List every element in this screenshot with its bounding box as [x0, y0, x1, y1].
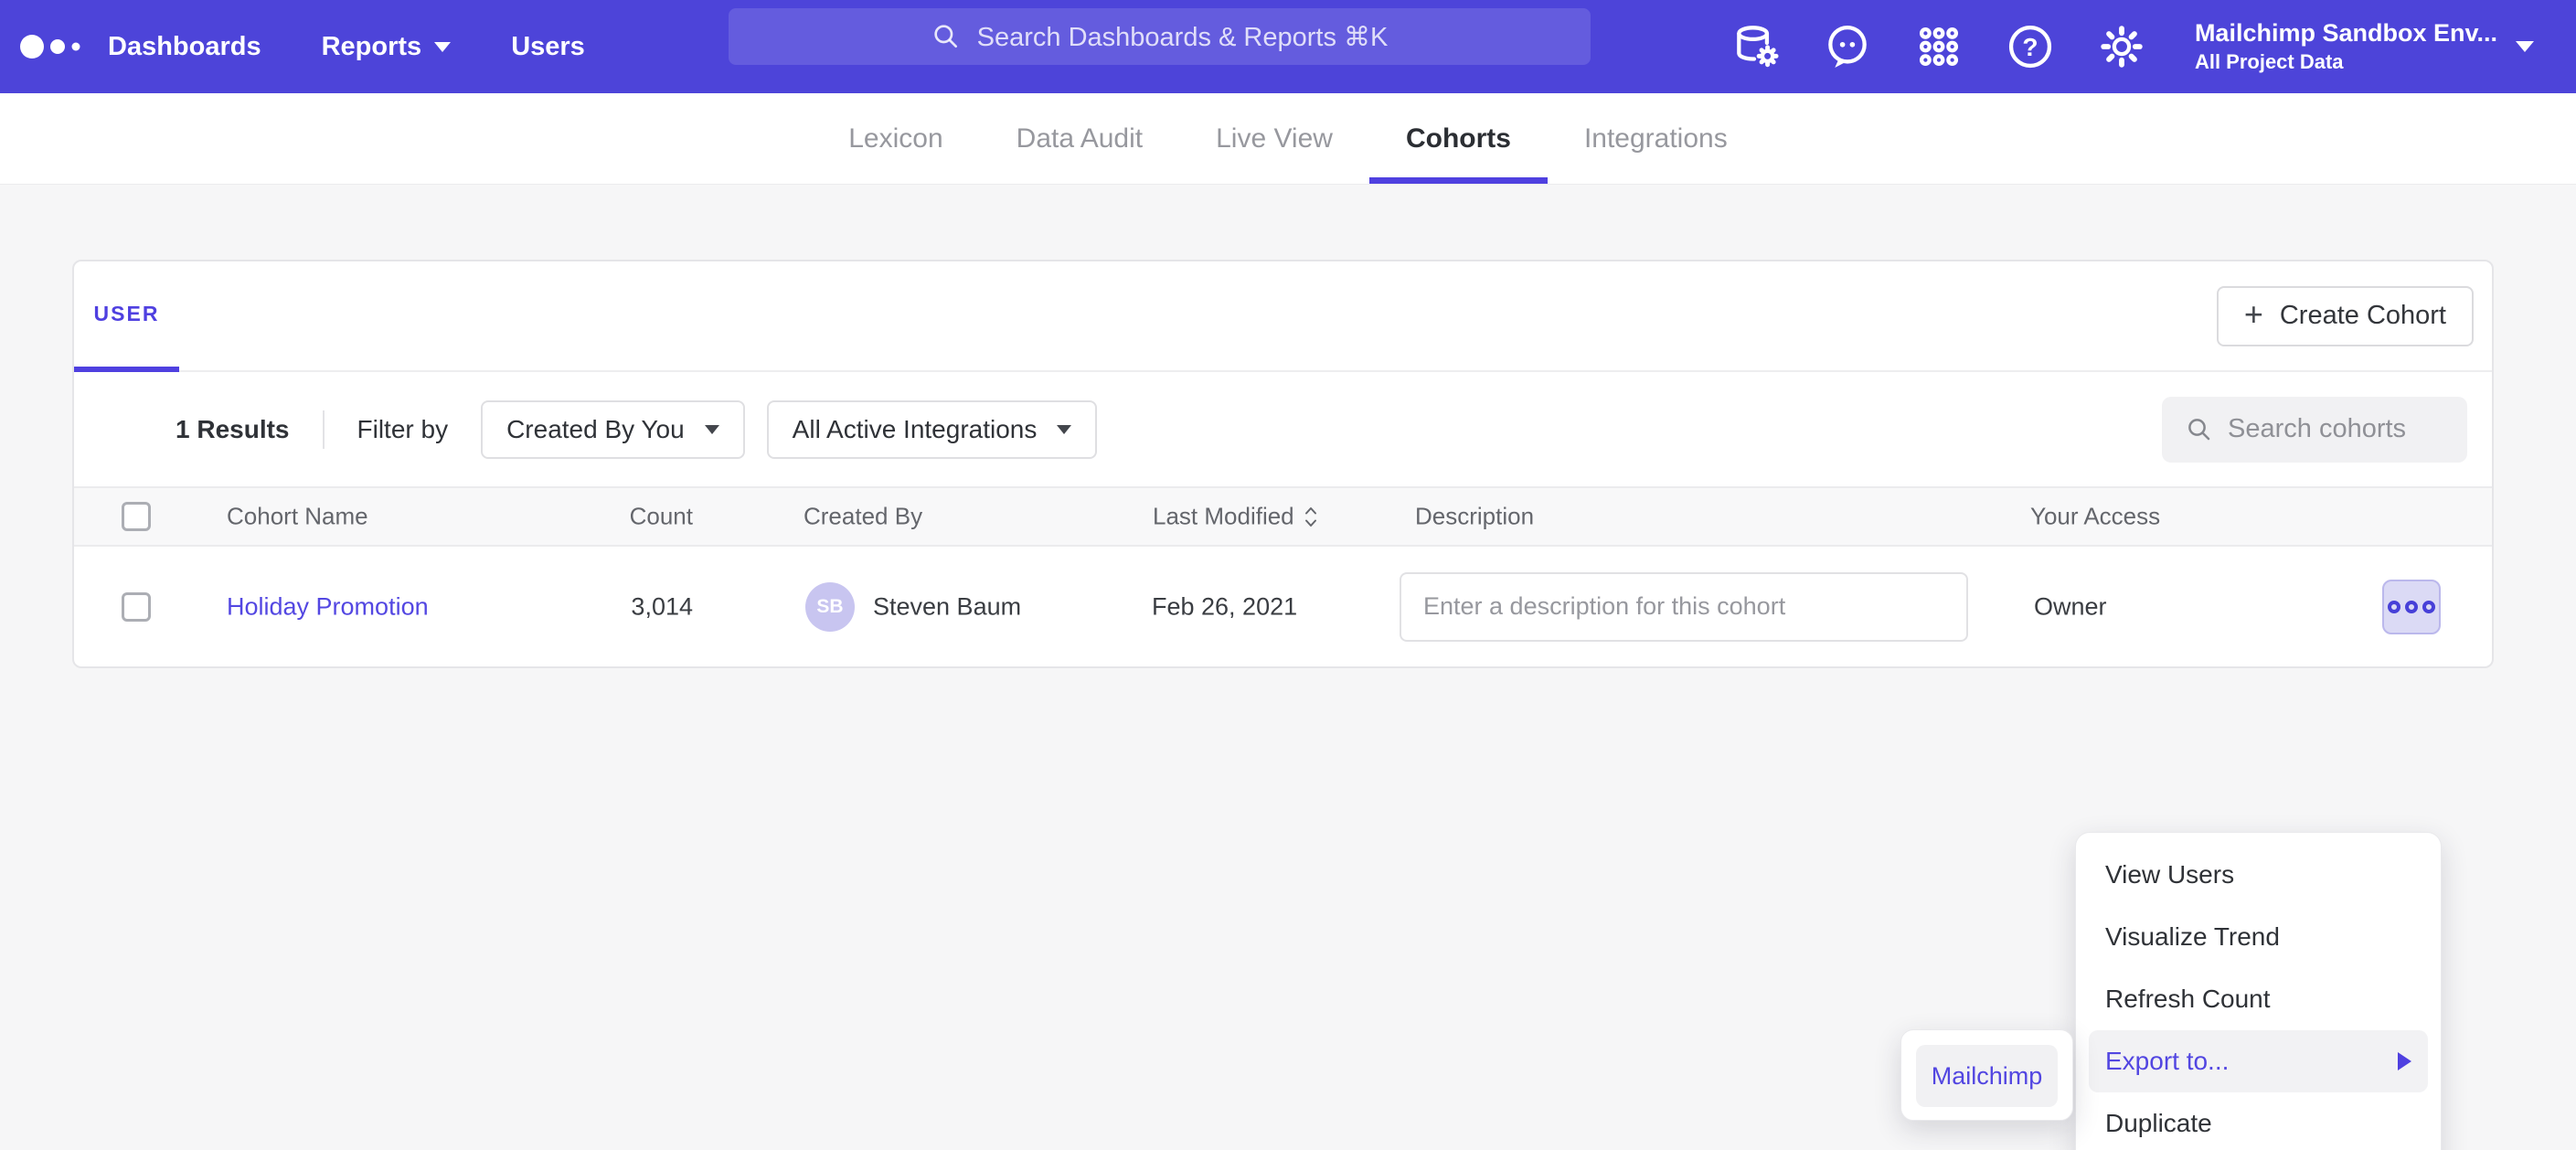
submenu-item-mailchimp[interactable]: Mailchimp — [1916, 1045, 2058, 1107]
search-icon — [2186, 416, 2213, 443]
table-row: Holiday Promotion 3,014 SB Steven Baum F… — [74, 547, 2492, 666]
mixpanel-logo[interactable] — [0, 28, 108, 65]
svg-text:?: ? — [2022, 33, 2038, 61]
project-info: Mailchimp Sandbox Env... All Project Dat… — [2195, 20, 2497, 74]
global-search-placeholder: Search Dashboards & Reports ⌘K — [977, 21, 1389, 53]
tab-live-view[interactable]: Live View — [1179, 93, 1369, 184]
cohort-description-input[interactable] — [1400, 572, 1968, 642]
row-checkbox[interactable] — [122, 592, 151, 622]
access-level: Owner — [2034, 592, 2107, 621]
dot-icon — [2405, 601, 2418, 613]
export-submenu: Mailchimp — [1900, 1029, 2073, 1121]
tab-label: Cohorts — [1406, 123, 1511, 154]
tab-label: Integrations — [1584, 123, 1728, 154]
avatar: SB — [805, 582, 855, 632]
column-header-your-access[interactable]: Your Access — [2030, 503, 2160, 531]
cohorts-card: USER + Create Cohort 1 Results Filter by… — [72, 260, 2494, 668]
tab-data-audit[interactable]: Data Audit — [980, 93, 1179, 184]
column-header-last-modified[interactable]: Last Modified — [1153, 503, 1318, 531]
cohorts-main: USER + Create Cohort 1 Results Filter by… — [0, 185, 2576, 1150]
dot-icon — [2388, 601, 2400, 613]
cohorts-filter-row: 1 Results Filter by Created By You All A… — [74, 372, 2492, 486]
nav-item-label: Dashboards — [108, 32, 261, 62]
project-switcher[interactable]: Mailchimp Sandbox Env... All Project Dat… — [2195, 20, 2534, 74]
created-by-filter-dropdown[interactable]: Created By You — [481, 400, 745, 459]
nav-item-label: Users — [511, 32, 585, 62]
cohort-context-menu: View Users Visualize Trend Refresh Count… — [2075, 832, 2442, 1150]
select-all-checkbox[interactable] — [122, 502, 151, 531]
row-overflow-menu-button[interactable] — [2382, 580, 2441, 634]
apps-grid-icon[interactable] — [1913, 21, 1964, 72]
sort-icon — [1304, 504, 1318, 529]
search-cohorts-input[interactable] — [2228, 414, 2447, 444]
topnav-right-cluster: ? Mailchimp Sandbox Env... — [1730, 0, 2576, 93]
column-header-count[interactable]: Count — [513, 503, 693, 531]
data-management-subnav: Lexicon Data Audit Live View Cohorts Int… — [0, 93, 2576, 185]
tab-label: Live View — [1216, 123, 1333, 154]
last-modified-date: Feb 26, 2021 — [1152, 592, 1297, 621]
dropdown-value: All Active Integrations — [793, 415, 1038, 444]
menu-item-visualize-trend[interactable]: Visualize Trend — [2076, 906, 2441, 968]
help-icon[interactable]: ? — [2005, 21, 2056, 72]
mixpanel-dots-icon — [19, 28, 89, 65]
chevron-down-icon — [434, 42, 451, 52]
chevron-down-icon — [1057, 425, 1071, 434]
menu-item-refresh-count[interactable]: Refresh Count — [2076, 968, 2441, 1030]
column-header-cohort-name[interactable]: Cohort Name — [227, 503, 368, 531]
primary-nav: Dashboards Reports Users — [108, 32, 585, 62]
top-nav: Dashboards Reports Users Search Dashboar… — [0, 0, 2576, 93]
cohorts-table-header: Cohort Name Count Created By Last Modifi… — [74, 486, 2492, 547]
data-settings-icon[interactable] — [1730, 21, 1782, 72]
nav-item-reports[interactable]: Reports — [322, 32, 452, 62]
filter-by-label: Filter by — [357, 415, 449, 444]
chevron-right-icon — [2398, 1052, 2411, 1070]
cohort-count: 3,014 — [513, 592, 693, 621]
create-cohort-button[interactable]: + Create Cohort — [2217, 286, 2474, 346]
chevron-down-icon — [705, 425, 719, 434]
results-count: 1 Results — [176, 415, 290, 444]
nav-item-label: Reports — [322, 32, 422, 62]
cohorts-card-header: USER + Create Cohort — [74, 261, 2492, 372]
plus-icon: + — [2244, 298, 2263, 331]
search-icon — [931, 22, 961, 51]
tab-integrations[interactable]: Integrations — [1548, 93, 1764, 184]
tab-user-cohorts[interactable]: USER — [74, 261, 179, 372]
project-name: Mailchimp Sandbox Env... — [2195, 20, 2497, 48]
column-header-label: Last Modified — [1153, 503, 1294, 531]
dot-icon — [2422, 601, 2435, 613]
nav-item-dashboards[interactable]: Dashboards — [108, 32, 261, 62]
menu-item-export-to[interactable]: Export to... — [2089, 1030, 2428, 1092]
nav-item-users[interactable]: Users — [511, 32, 585, 62]
column-header-description[interactable]: Description — [1415, 503, 1534, 531]
gear-icon[interactable] — [2096, 21, 2147, 72]
tab-cohorts[interactable]: Cohorts — [1369, 93, 1548, 184]
menu-item-duplicate[interactable]: Duplicate — [2076, 1092, 2441, 1150]
tab-label: Lexicon — [848, 123, 942, 154]
tab-label: Data Audit — [1017, 123, 1143, 154]
column-header-created-by[interactable]: Created By — [804, 503, 922, 531]
divider — [323, 410, 325, 449]
tab-lexicon[interactable]: Lexicon — [812, 93, 979, 184]
chevron-down-icon — [2516, 41, 2534, 52]
project-scope: All Project Data — [2195, 51, 2497, 73]
menu-item-label: Export to... — [2105, 1030, 2229, 1092]
global-search-bar[interactable]: Search Dashboards & Reports ⌘K — [729, 8, 1591, 65]
cohort-name-link[interactable]: Holiday Promotion — [227, 592, 429, 621]
created-by-name: Steven Baum — [873, 592, 1021, 621]
user-tab-label: USER — [94, 302, 160, 326]
dropdown-value: Created By You — [506, 415, 685, 444]
menu-item-view-users[interactable]: View Users — [2076, 844, 2441, 906]
integrations-filter-dropdown[interactable]: All Active Integrations — [767, 400, 1098, 459]
create-cohort-label: Create Cohort — [2280, 301, 2446, 331]
search-cohorts-box — [2162, 397, 2467, 463]
feedback-icon[interactable] — [1822, 21, 1873, 72]
